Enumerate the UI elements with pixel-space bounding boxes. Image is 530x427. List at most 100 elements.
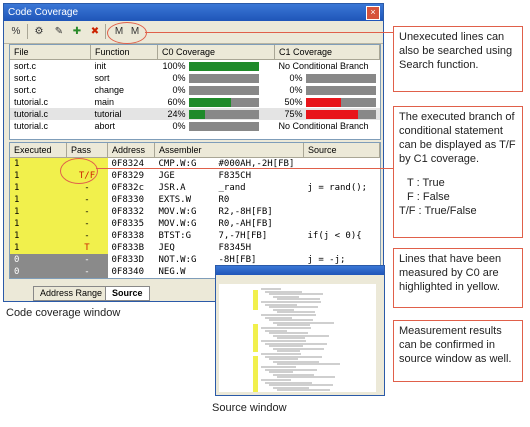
function-name: abort	[94, 121, 116, 131]
window-titlebar: Code Coverage ×	[4, 4, 383, 21]
executed-count: 0	[10, 254, 67, 266]
pass-value: -	[66, 266, 108, 278]
table-row[interactable]: 1-0F8338 BTST:G 7,-7H[FB] if(j < 0){	[10, 230, 380, 242]
caption-source-window: Source window	[212, 402, 287, 414]
source-window-thumbnail	[215, 265, 385, 396]
callout-search: Unexecuted lines can also be searched us…	[393, 26, 523, 92]
table-row[interactable]: 1 T 0F833B JEQ F8345H	[10, 242, 380, 254]
address: 0F833B	[111, 243, 145, 253]
function-name: init	[94, 61, 107, 71]
c0-coverage: 0%	[158, 84, 275, 96]
c1-coverage: 0%	[275, 72, 380, 84]
c1-coverage: No Conditional Branch	[278, 121, 369, 131]
coverage-bar	[188, 74, 259, 84]
tab-source[interactable]: Source	[105, 286, 150, 301]
pass-value: -	[66, 254, 108, 266]
function-name: main	[94, 97, 115, 107]
caption-code-coverage-window: Code coverage window	[6, 307, 121, 319]
settings-icon[interactable]: ⚙	[31, 24, 47, 39]
table-row[interactable]: 1-0F832c JSR.A _rand j = rand();	[10, 182, 380, 194]
address: 0F8335	[111, 219, 145, 229]
table-row[interactable]: sort.c change 0% 0%	[10, 84, 380, 96]
source-line	[304, 206, 380, 218]
pass-value: -	[66, 206, 108, 218]
coverage-bar	[188, 98, 259, 108]
delete-icon[interactable]: ✖	[87, 24, 103, 39]
c0-coverage: 0%	[158, 120, 275, 132]
file-name: tutorial.c	[14, 121, 49, 131]
source-window-titlebar	[216, 266, 384, 275]
executed-count: 1	[10, 170, 67, 182]
assembler-instruction: MOV.W:G R0,-AH[FB]	[158, 219, 273, 229]
file-coverage-table: File Function C0 Coverage C1 Coverage so…	[9, 44, 381, 140]
file-name: tutorial.c	[14, 97, 49, 107]
c1-coverage: 0%	[275, 84, 380, 96]
address: 0F8329	[111, 171, 145, 181]
column-header-source[interactable]: Source	[303, 143, 380, 158]
search-highlight-ellipse	[107, 22, 147, 44]
pass-value: T	[66, 242, 108, 254]
source-line: if(j < 0){	[307, 231, 362, 241]
column-header-c1[interactable]: C1 Coverage	[274, 45, 380, 60]
column-header-address[interactable]: Address	[107, 143, 155, 158]
address: 0F8332	[111, 207, 145, 217]
address: 0F8330	[111, 195, 145, 205]
executed-count: 1	[10, 194, 67, 206]
executed-count: 1	[10, 242, 67, 254]
table-row[interactable]: 1-0F8332 MOV.W:G R2,-8H[FB]	[10, 206, 380, 218]
coverage-bar	[305, 74, 376, 84]
c1-coverage: 75%	[275, 108, 380, 120]
coverage-bar	[188, 62, 259, 72]
assembler-instruction: MOV.W:G R2,-8H[FB]	[158, 207, 273, 217]
executed-count: 1	[10, 230, 67, 242]
add-icon[interactable]: ✚	[69, 24, 85, 39]
executed-count: 1	[10, 157, 67, 170]
edit-icon[interactable]: ✎	[51, 24, 67, 39]
connector-line	[145, 32, 393, 33]
file-name: sort.c	[14, 61, 37, 71]
source-line	[304, 194, 380, 206]
c1-coverage: No Conditional Branch	[278, 61, 369, 71]
address: 0F833D	[111, 255, 145, 265]
source-code-area	[219, 284, 376, 392]
c0-coverage: 24%	[158, 108, 275, 120]
column-header-function[interactable]: Function	[90, 45, 158, 60]
table-row[interactable]: tutorial.c main 60% 50%	[10, 96, 380, 108]
column-header-c0[interactable]: C0 Coverage	[157, 45, 275, 60]
c1-coverage: 50%	[275, 96, 380, 108]
close-button[interactable]: ×	[366, 6, 380, 20]
coverage-bar	[305, 86, 376, 96]
column-header-pass[interactable]: Pass	[66, 143, 108, 158]
table-row[interactable]: sort.c init 100% No Conditional Branch	[10, 60, 380, 73]
callout-source: Measurement results can be confirmed in …	[393, 320, 523, 382]
address: 0F8340	[111, 267, 145, 277]
assembler-instruction: JEQ F8345H	[158, 243, 252, 253]
table-row[interactable]: 1-0F8330 EXTS.W R0	[10, 194, 380, 206]
tab-address-range[interactable]: Address Range	[33, 286, 110, 301]
table-row[interactable]: 1-0F8335 MOV.W:G R0,-AH[FB]	[10, 218, 380, 230]
function-name: tutorial	[94, 109, 122, 119]
tf-highlight-ellipse	[60, 158, 98, 184]
window-title: Code Coverage	[8, 7, 79, 18]
coverage-bar	[188, 86, 259, 96]
executed-count: 1	[10, 218, 67, 230]
source-line	[304, 170, 380, 182]
function-name: change	[94, 85, 125, 95]
table-row[interactable]: tutorial.c tutorial 24% 75%	[10, 108, 380, 120]
callout-branch: The executed branch of conditional state…	[393, 106, 523, 238]
assembler-instruction: EXTS.W R0	[158, 195, 230, 205]
column-header-executed[interactable]: Executed	[10, 143, 67, 158]
callout-c0: Lines that have been measured by C0 are …	[393, 248, 523, 308]
coverage-bar	[188, 122, 259, 132]
c0-coverage: 60%	[158, 96, 275, 108]
column-header-file[interactable]: File	[10, 45, 91, 60]
c0-coverage: 0%	[158, 72, 275, 84]
assembler-instruction: BTST:G 7,-7H[FB]	[158, 231, 268, 241]
table-row[interactable]: tutorial.c abort 0% No Conditional Branch	[10, 120, 380, 132]
table-row[interactable]: sort.c sort 0% 0%	[10, 72, 380, 84]
pass-value: -	[66, 182, 108, 194]
executed-count: 1	[10, 206, 67, 218]
column-header-assembler[interactable]: Assembler	[154, 143, 304, 158]
source-line	[304, 218, 380, 230]
percent-button[interactable]: %	[8, 24, 24, 39]
